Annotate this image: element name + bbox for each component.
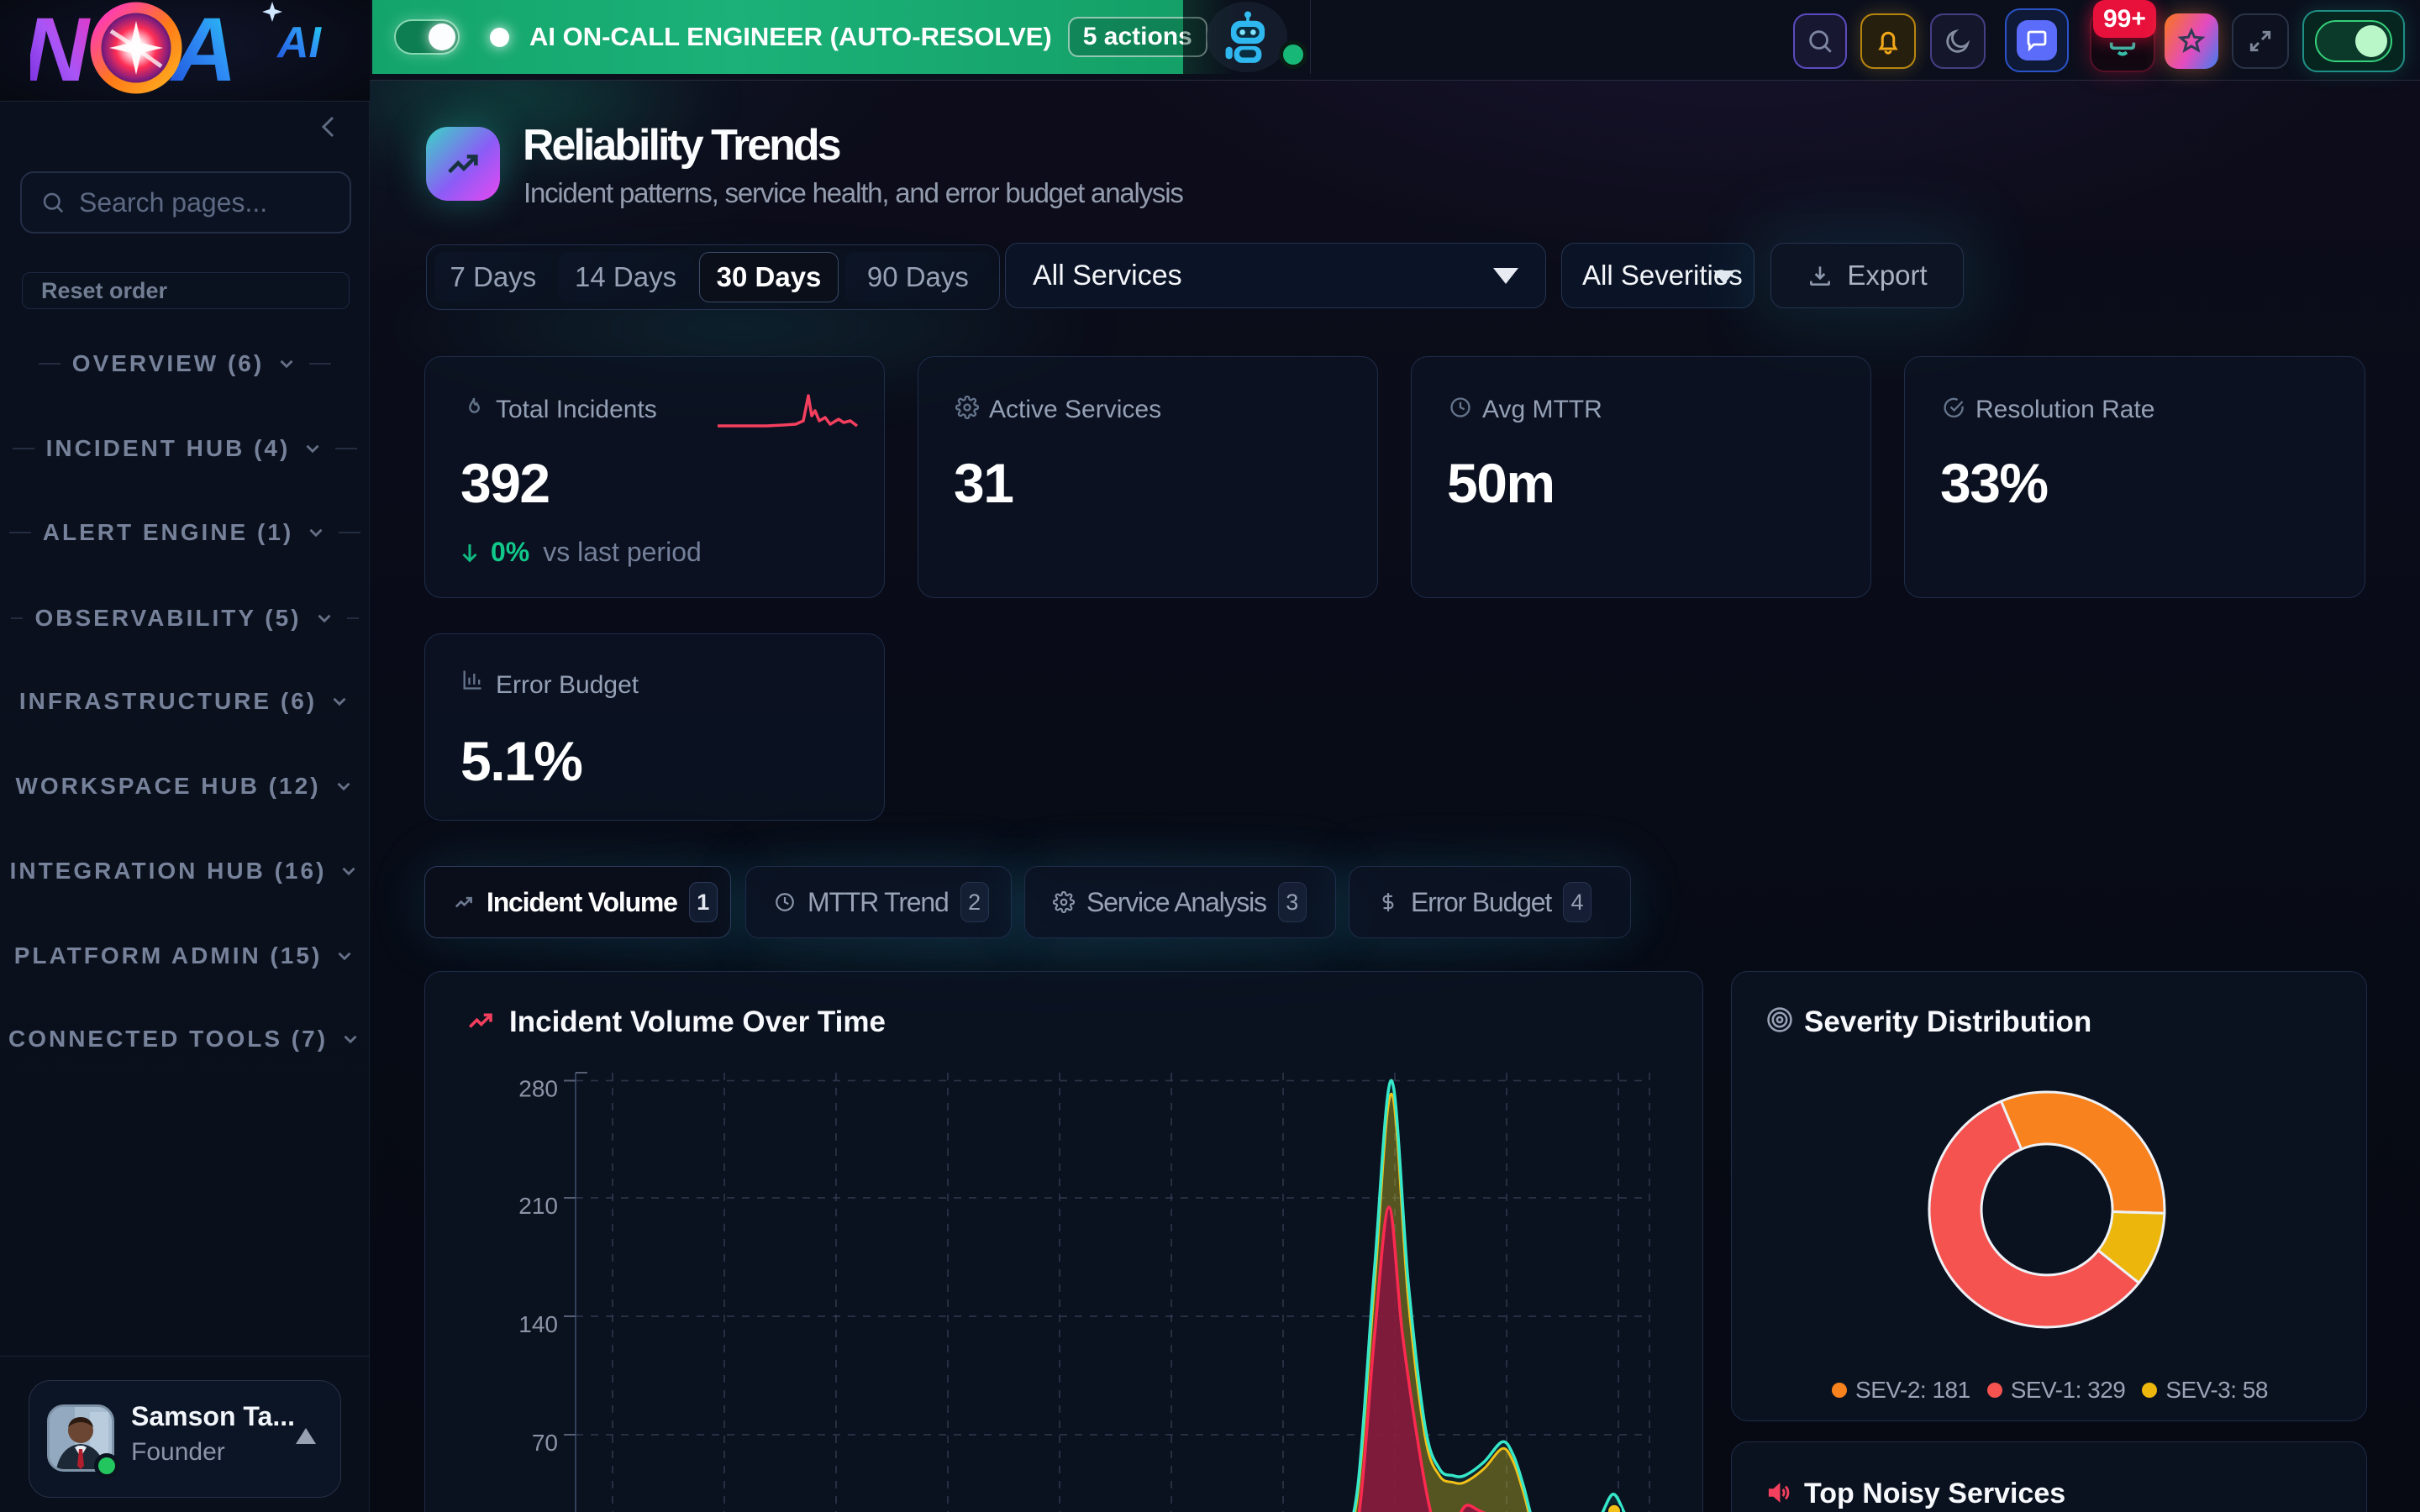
svg-text:210: 210 [518, 1193, 558, 1219]
svg-text:140: 140 [518, 1311, 558, 1337]
svg-text:AI: AI [276, 18, 323, 67]
svg-text:N: N [30, 2, 91, 99]
svg-text:70: 70 [532, 1430, 558, 1456]
svg-text:280: 280 [518, 1076, 558, 1102]
